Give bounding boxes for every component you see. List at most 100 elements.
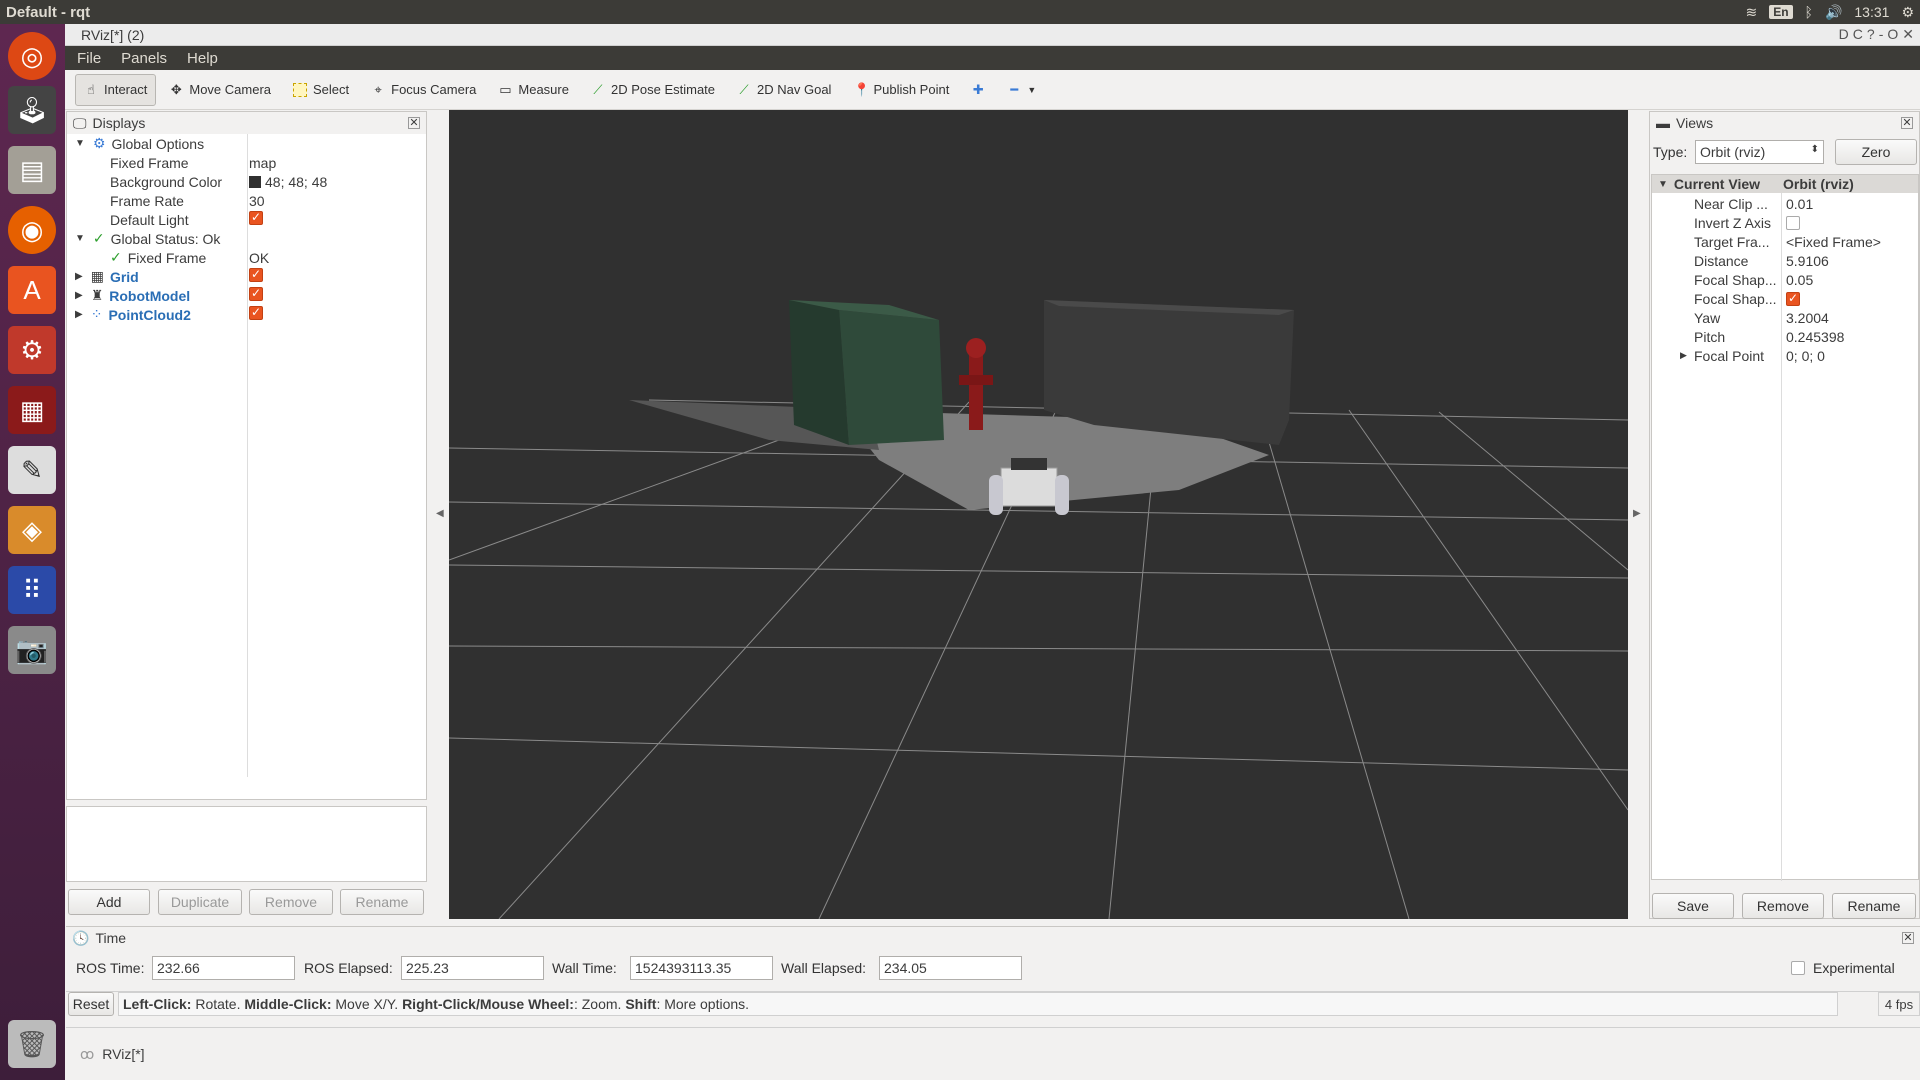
tree-row-background-color[interactable]: Background Color 48; 48; 48 [67,172,426,191]
chevron-right-icon[interactable]: ▶ [75,290,83,301]
focal-shape-fixed-checkbox[interactable] [1786,291,1800,306]
remove-tool-button[interactable]: ━ ▼ [998,74,1045,106]
chevron-right-icon[interactable]: ▶ [1680,350,1687,361]
tree-row-fixed-frame[interactable]: Fixed Frame map [67,153,426,172]
view-property-row[interactable]: Yaw 3.2004 [1652,308,1918,327]
view-property-row[interactable]: ▶ Focal Point 0; 0; 0 [1652,346,1918,365]
pose-estimate-tool-button[interactable]: ⟋ 2D Pose Estimate [582,74,724,106]
screenshot-icon[interactable]: 📷 [8,626,56,674]
help-icon[interactable]: ? [1867,26,1875,43]
select-tool-button[interactable]: Select [284,74,358,106]
view-property-row[interactable]: Focal Shap... [1652,289,1918,308]
tree-row-status-fixed-frame[interactable]: ✓ Fixed Frame OK [67,248,426,267]
restore-icon[interactable]: O [1887,26,1898,43]
grid-checkbox[interactable] [249,267,263,282]
tree-row-global-options[interactable]: ▼ ⚙ Global Options [67,134,426,153]
ubuntu-dash-icon[interactable]: ◎ [8,32,56,80]
remove-view-button[interactable]: Remove [1742,893,1824,919]
files-icon[interactable]: ▤ [8,146,56,194]
save-view-button[interactable]: Save [1652,893,1734,919]
menu-panels[interactable]: Panels [121,50,167,67]
close-icon[interactable]: ✕ [408,117,420,129]
collapse-left-icon[interactable]: ◀ [436,508,444,519]
firefox-icon[interactable]: ◉ [8,206,56,254]
view-property-value[interactable]: 0; 0; 0 [1786,348,1825,364]
move-camera-tool-button[interactable]: ✥ Move Camera [160,74,280,106]
add-tool-button[interactable]: ✚ [962,74,994,106]
view-property-value[interactable]: <Fixed Frame> [1786,234,1881,250]
wall-elapsed-field[interactable]: 234.05 [879,956,1022,980]
volume-icon[interactable]: 🔊 [1825,4,1842,21]
ros-elapsed-field[interactable]: 225.23 [401,956,544,980]
current-view-row[interactable]: ▼ Current View Orbit (rviz) [1652,175,1918,193]
settings-icon[interactable]: ⚙ [8,326,56,374]
add-display-button[interactable]: Add [68,889,150,915]
nav-goal-tool-button[interactable]: ⟋ 2D Nav Goal [728,74,840,106]
close-icon[interactable]: ✕ [1902,932,1914,944]
clock[interactable]: 13:31 [1854,4,1889,20]
tree-row-pointcloud2[interactable]: ▶ ⁘ PointCloud2 [67,305,426,324]
text-editor-icon[interactable]: ✎ [8,446,56,494]
view-property-row[interactable]: Distance 5.9106 [1652,251,1918,270]
keyboard-layout[interactable]: En [1769,5,1793,19]
wifi-icon[interactable]: ≋ [1745,4,1757,21]
tree-row-default-light[interactable]: Default Light [67,210,426,229]
collapse-right-icon[interactable]: ▶ [1633,508,1641,519]
chevron-down-icon[interactable]: ▼ [1658,179,1668,190]
view-property-value[interactable]: 3.2004 [1786,310,1829,326]
publish-point-tool-button[interactable]: 📍 Publish Point [844,74,958,106]
joystick-icon[interactable]: 🕹 [8,86,56,134]
measure-tool-button[interactable]: ▭ Measure [489,74,578,106]
menu-help[interactable]: Help [187,50,218,67]
view-property-row[interactable]: Invert Z Axis [1652,213,1918,232]
invert-z-checkbox[interactable] [1786,215,1800,230]
chevron-right-icon[interactable]: ▶ [75,271,83,282]
close-icon[interactable]: ✕ [1901,117,1913,129]
rename-display-button[interactable]: Rename [340,889,424,915]
menu-file[interactable]: File [77,50,101,67]
bluetooth-icon[interactable]: ᛒ [1805,4,1813,20]
view-property-value[interactable]: 0.01 [1786,196,1813,212]
view-property-row[interactable]: Near Clip ... 0.01 [1652,194,1918,213]
view-property-row[interactable]: Focal Shap... 0.05 [1652,270,1918,289]
reset-button[interactable]: Reset [68,992,114,1016]
default-light-checkbox[interactable] [249,210,263,225]
view-type-select[interactable]: Orbit (rviz) ⬍ [1695,140,1824,164]
rename-view-button[interactable]: Rename [1832,893,1916,919]
robotmodel-checkbox[interactable] [249,286,263,301]
focus-camera-tool-button[interactable]: ⌖ Focus Camera [362,74,485,106]
chevron-down-icon[interactable]: ▼ [75,233,85,244]
close-icon[interactable]: ✕ [1902,26,1914,43]
package-icon[interactable]: ◈ [8,506,56,554]
experimental-checkbox[interactable] [1791,961,1805,975]
terminal-icon[interactable]: ▦ [8,386,56,434]
3d-scene[interactable] [449,110,1628,919]
gear-icon[interactable]: ⚙ [1901,4,1914,21]
chevron-right-icon[interactable]: ▶ [75,309,83,320]
pointcloud2-checkbox[interactable] [249,305,263,320]
zero-button[interactable]: Zero [1835,139,1917,165]
duplicate-display-button[interactable]: Duplicate [158,889,242,915]
view-property-value[interactable]: 0.05 [1786,272,1813,288]
view-property-row[interactable]: Target Fra... <Fixed Frame> [1652,232,1918,251]
software-center-icon[interactable]: A [8,266,56,314]
wall-time-field[interactable]: 1524393113.35 [630,956,773,980]
remove-display-button[interactable]: Remove [249,889,333,915]
chevron-down-icon[interactable]: ▼ [75,138,85,149]
reload-icon[interactable]: C [1853,26,1863,43]
3d-viewport[interactable] [449,110,1628,919]
tree-row-robotmodel[interactable]: ▶ ♜ RobotModel [67,286,426,305]
minus-icon[interactable]: - [1879,26,1884,43]
ros-time-field[interactable]: 232.66 [152,956,295,980]
view-property-value[interactable]: 5.9106 [1786,253,1829,269]
trash-icon[interactable]: 🗑 [8,1020,56,1068]
interact-tool-button[interactable]: ☝ Interact [75,73,157,106]
dock-icon[interactable]: D [1839,26,1849,43]
view-property-row[interactable]: Pitch 0.245398 [1652,327,1918,346]
tree-row-global-status[interactable]: ▼ ✓ Global Status: Ok [67,229,426,248]
taskbar-rviz-item[interactable]: RViz[*] [102,1046,144,1062]
tree-row-grid[interactable]: ▶ ▦ Grid [67,267,426,286]
view-property-value[interactable]: 0.245398 [1786,329,1844,345]
tree-row-frame-rate[interactable]: Frame Rate 30 [67,191,426,210]
apps-grid-icon[interactable]: ⠿ [8,566,56,614]
